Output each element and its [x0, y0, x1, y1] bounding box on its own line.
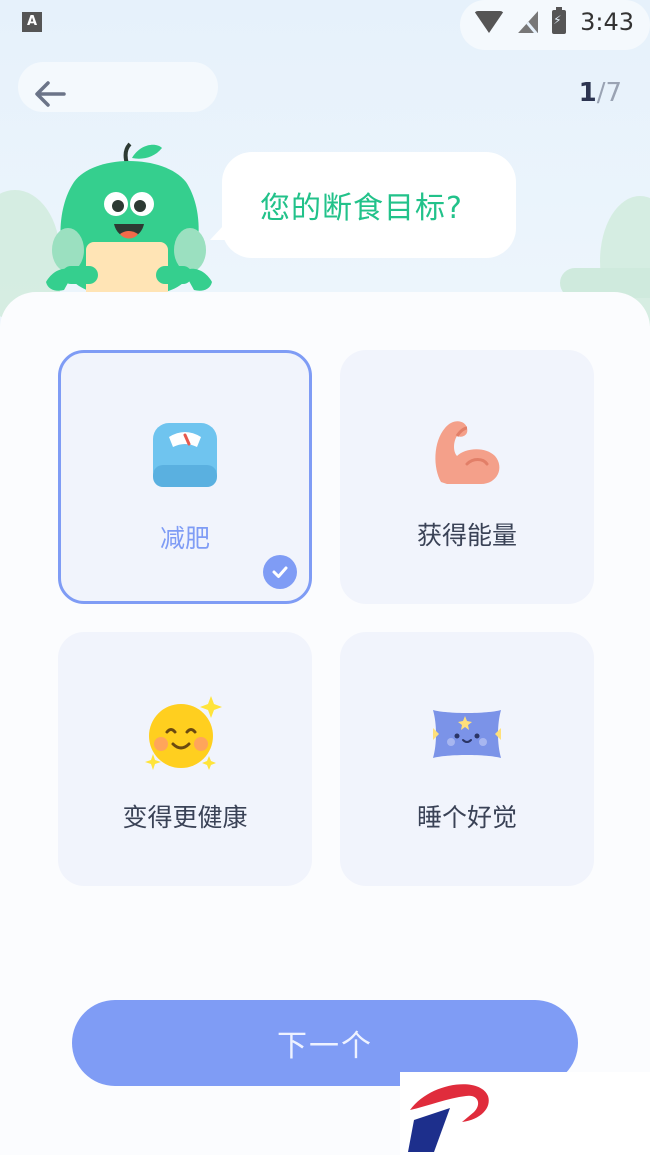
progress-total: /7: [596, 78, 622, 108]
back-button[interactable]: [30, 76, 70, 112]
speech-bubble: 您的断食目标?: [222, 152, 516, 258]
option-get-healthier[interactable]: 变得更健康: [58, 632, 312, 886]
option-label: 变得更健康: [122, 803, 248, 832]
option-gain-energy[interactable]: 获得能量: [340, 350, 594, 604]
smiley-sun-icon: [145, 694, 225, 774]
checkmark-icon: [263, 555, 297, 589]
status-time: 3:43: [580, 8, 634, 36]
battery-charging-icon: [552, 7, 567, 34]
option-label: 获得能量: [416, 521, 517, 550]
wifi-icon: [474, 11, 505, 33]
option-label: 睡个好觉: [416, 803, 517, 832]
watermark-logo: [400, 1072, 650, 1155]
progress-current: 1: [578, 78, 597, 108]
app-indicator-icon: A: [22, 12, 42, 32]
arrow-left-icon: [35, 81, 66, 107]
muscle-arm-icon: [427, 412, 507, 492]
scale-icon: [145, 415, 225, 495]
option-lose-weight[interactable]: 减肥: [58, 350, 312, 604]
option-sleep-well[interactable]: 睡个好觉: [340, 632, 594, 886]
option-label: 减肥: [159, 524, 210, 553]
status-bar: A 3:43: [0, 0, 650, 46]
step-progress: 1/7: [579, 78, 622, 108]
question-title: 您的断食目标?: [260, 191, 463, 226]
pillow-icon: [427, 694, 507, 774]
no-signal-icon: [518, 11, 539, 33]
